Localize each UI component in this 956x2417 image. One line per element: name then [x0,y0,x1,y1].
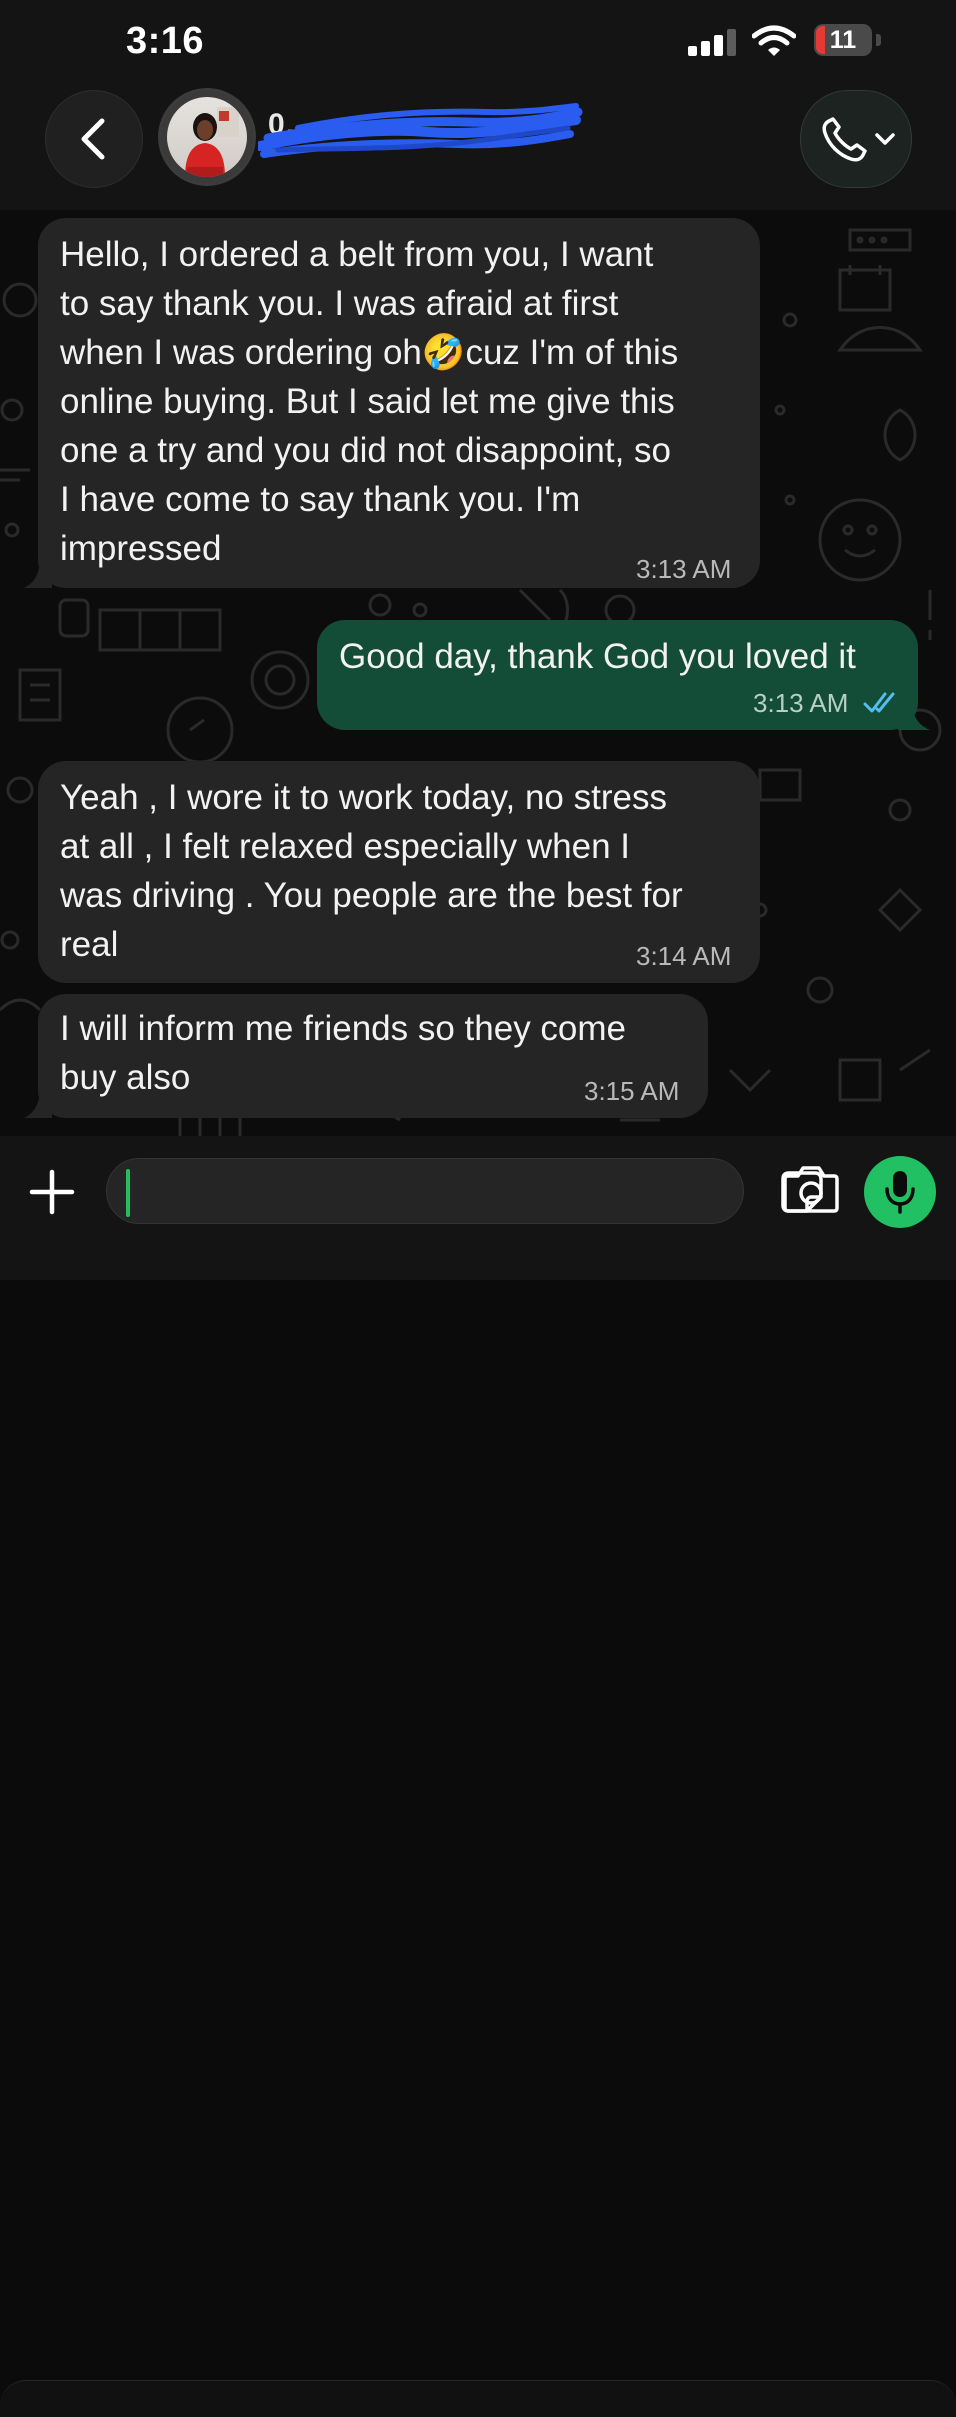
message-input-box[interactable] [106,1158,823,1225]
bubble-tail [24,1086,52,1118]
battery-cap [876,34,881,46]
message-time: 3:13 AM [636,554,732,584]
bubble-tail [898,698,930,730]
double-check-icon [863,692,895,713]
status-time: 3:16 [126,20,205,62]
chevron-left-icon [81,118,105,160]
camera-icon[interactable] [782,1162,840,1216]
voice-message-button[interactable] [864,1156,936,1228]
redaction-scribble [258,103,583,158]
message-bubble-incoming[interactable]: Hello, I ordered a belt from you, I want… [38,218,760,588]
keyboard-edge [0,2380,956,2417]
chat-header: 0… [0,86,956,210]
attach-button[interactable] [24,1164,80,1220]
battery-icon: 11 [814,24,872,56]
message-composer [0,1136,956,2417]
message-bubble-incoming[interactable]: Yeah , I wore it to work today, no stres… [38,761,760,983]
message-text: Good day, thank God you loved it [339,637,856,676]
message-time: 3:13 AM [753,688,849,718]
avatar-photo [167,97,247,177]
contact-avatar[interactable] [158,88,256,186]
phone-dropdown-icon [822,117,895,162]
message-time: 3:14 AM [636,941,732,971]
call-button[interactable] [800,90,912,188]
battery-level: 11 [829,26,857,54]
cellular-signal-icon [688,28,738,56]
message-text: Hello, I ordered a belt from you, I want… [60,235,679,568]
message-time: 3:15 AM [584,1076,680,1106]
message-bubble-incoming[interactable]: I will inform me friends so they come bu… [38,994,708,1118]
bubble-tail [24,556,52,588]
message-text: Yeah , I wore it to work today, no stres… [60,778,683,964]
plus-icon [29,1169,75,1215]
chat-area[interactable]: Hello, I ordered a belt from you, I want… [0,210,956,1136]
microphone-icon [885,1171,915,1214]
status-bar: 3:16 11 [0,0,956,86]
back-button[interactable] [45,90,143,188]
message-text: I will inform me friends so they come bu… [60,1009,627,1097]
message-input[interactable] [137,1159,661,1225]
wifi-icon [751,24,797,58]
message-bubble-outgoing[interactable]: Good day, thank God you loved it 3:13 AM [317,620,918,730]
text-caret [126,1169,130,1217]
